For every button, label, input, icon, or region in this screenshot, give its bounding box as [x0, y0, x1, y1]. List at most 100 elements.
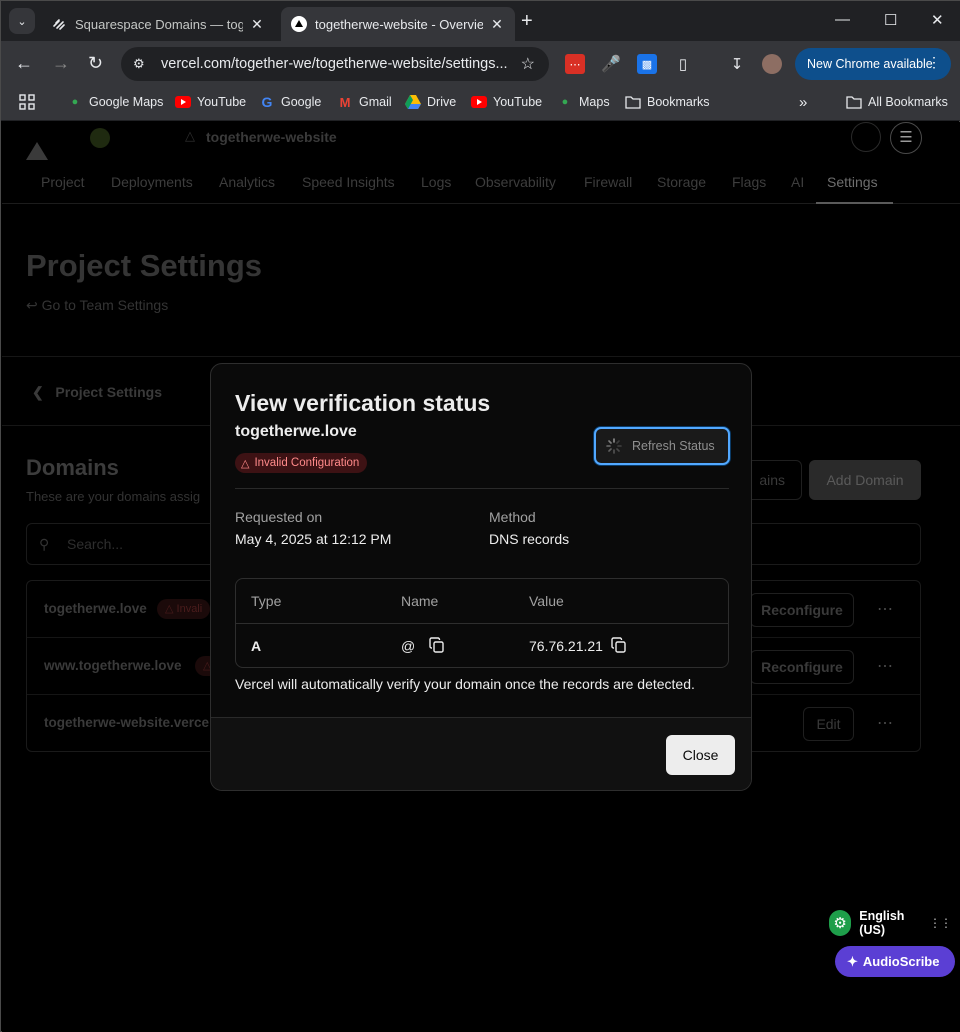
notifications-bell-icon[interactable]	[851, 122, 881, 152]
language-widget[interactable]: ⚙ English (US) ⋮⋮	[829, 909, 952, 937]
magic-wand-icon: ✦	[847, 953, 858, 969]
drag-handle-icon[interactable]: ⋮⋮	[929, 916, 952, 930]
edit-button[interactable]: Edit	[803, 707, 854, 741]
modal-footer: Close	[211, 717, 751, 790]
maximize-icon[interactable]: ☐	[884, 11, 897, 29]
back-arrow-icon[interactable]: ←	[15, 53, 33, 74]
all-bookmarks-folder[interactable]: All Bookmarks	[846, 94, 948, 110]
tab-project[interactable]: Project	[41, 174, 85, 190]
column-header-name: Name	[401, 593, 439, 609]
microphone-icon[interactable]: 🎤	[601, 54, 621, 74]
menu-icon[interactable]: ☰	[890, 122, 922, 154]
requested-label: Requested on	[235, 509, 323, 525]
column-header-type: Type	[251, 593, 282, 609]
bookmarks-bar: ● Google Maps YouTube G Google M Gmail D…	[1, 87, 960, 121]
close-tab-icon[interactable]: ✕	[249, 16, 265, 33]
audioscribe-button[interactable]: ✦ AudioScribe	[835, 946, 955, 977]
record-type: A	[251, 638, 262, 654]
url-text[interactable]: vercel.com/together-we/togetherwe-websit…	[161, 56, 507, 72]
bookmark-google-maps[interactable]: ● Google Maps	[67, 94, 164, 110]
refresh-status-button[interactable]: Refresh Status	[594, 427, 730, 465]
forward-arrow-icon[interactable]: →	[52, 53, 70, 74]
bookmark-maps[interactable]: ● Maps	[557, 94, 610, 110]
project-settings-back-link[interactable]: ❮ Project Settings	[32, 384, 162, 401]
copy-icon[interactable]	[429, 637, 445, 654]
add-domain-button[interactable]: Add Domain	[809, 460, 921, 500]
spinner-icon	[606, 438, 622, 454]
tab-settings[interactable]: Settings	[827, 174, 878, 190]
bookmark-star-icon[interactable]: ☆	[521, 54, 535, 74]
tab-deployments[interactable]: Deployments	[111, 174, 193, 190]
reconfigure-button[interactable]: Reconfigure	[750, 650, 854, 684]
youtube-icon	[471, 94, 487, 110]
project-top-nav: △ togetherwe-website ☰ Project Deploymen…	[2, 122, 960, 204]
copy-icon[interactable]	[611, 637, 627, 654]
tab-firewall[interactable]: Firewall	[584, 174, 632, 190]
close-tab-icon[interactable]: ✕	[489, 16, 505, 33]
method-label: Method	[489, 509, 536, 525]
modal-title: View verification status	[235, 390, 491, 416]
kebab-menu-icon[interactable]: ⋮	[927, 54, 941, 71]
bookmark-folder[interactable]: Bookmarks	[625, 94, 710, 110]
vercel-icon	[291, 16, 307, 32]
tab-speed-insights[interactable]: Speed Insights	[302, 174, 395, 190]
drive-icon	[405, 94, 421, 110]
puzzle-extensions-icon[interactable]: ▯	[673, 54, 693, 74]
warning-icon: △	[241, 457, 250, 470]
tab-strip: ⌄ Squarespace Domains — togeth ✕ togethe…	[1, 1, 960, 41]
tab-vercel[interactable]: togetherwe-website - Overview ✕	[281, 7, 515, 41]
tab-search-button[interactable]: ⌄	[9, 8, 35, 34]
more-options-icon[interactable]: ⋯	[877, 656, 894, 676]
window-close-icon[interactable]: ✕	[931, 11, 944, 29]
requested-value: May 4, 2025 at 12:12 PM	[235, 531, 392, 547]
youtube-icon	[175, 94, 191, 110]
new-tab-icon[interactable]: +	[521, 10, 533, 33]
chrome-update-button[interactable]: New Chrome available ⋮	[795, 48, 951, 80]
bookmark-google[interactable]: G Google	[259, 94, 322, 110]
profile-avatar[interactable]	[762, 54, 782, 74]
modal-domain: togetherwe.love	[235, 423, 357, 440]
minimize-icon[interactable]: —	[835, 11, 850, 28]
folder-icon	[846, 94, 862, 110]
more-options-icon[interactable]: ⋯	[877, 599, 894, 619]
domains-description: These are your domains assig	[26, 489, 201, 504]
more-options-icon[interactable]: ⋯	[877, 713, 894, 733]
tab-observability[interactable]: Observability	[475, 174, 556, 190]
page-title: Project Settings	[26, 248, 262, 283]
browser-window: ⌄ Squarespace Domains — togeth ✕ togethe…	[0, 0, 960, 1032]
record-value: 76.76.21.21	[529, 638, 603, 654]
reconfigure-button[interactable]: Reconfigure	[750, 593, 854, 627]
tab-logs[interactable]: Logs	[421, 174, 451, 190]
invalid-badge: △ Invali	[157, 599, 211, 619]
apps-grid-icon[interactable]	[19, 94, 35, 110]
table-header	[236, 579, 728, 624]
download-icon[interactable]: ↧	[727, 54, 747, 74]
project-name[interactable]: togetherwe-website	[206, 129, 337, 145]
tab-analytics[interactable]: Analytics	[219, 174, 275, 190]
extension-dots-icon[interactable]: ⋯	[565, 54, 585, 74]
tab-squarespace[interactable]: Squarespace Domains — togeth ✕	[41, 7, 275, 41]
address-bar[interactable]: ⚙ vercel.com/together-we/togetherwe-webs…	[121, 47, 549, 81]
invalid-configuration-badge: △ Invalid Configuration	[235, 453, 368, 473]
team-avatar[interactable]	[90, 128, 110, 148]
bookmark-gmail[interactable]: M Gmail	[337, 94, 392, 110]
warning-icon: △	[185, 128, 195, 143]
tab-storage[interactable]: Storage	[657, 174, 706, 190]
chevron-double-right-icon[interactable]: »	[799, 94, 807, 111]
maps-pin-icon: ●	[561, 96, 569, 108]
bookmark-drive[interactable]: Drive	[405, 94, 456, 110]
translate-extension-icon[interactable]: ▩	[637, 54, 657, 74]
squarespace-icon	[51, 16, 67, 32]
tab-ai[interactable]: AI	[791, 174, 804, 190]
close-button[interactable]: Close	[666, 735, 735, 775]
active-tab-indicator	[816, 202, 893, 204]
dns-records-table: Type Name Value A @ 76.76.21.21	[235, 578, 729, 668]
bookmark-youtube[interactable]: YouTube	[175, 94, 246, 110]
site-settings-icon[interactable]: ⚙	[133, 56, 153, 72]
team-settings-link[interactable]: ↩ Go to Team Settings	[26, 297, 168, 314]
browser-toolbar: ← → ↻ ⚙ vercel.com/together-we/togetherw…	[1, 41, 960, 87]
vercel-logo-icon[interactable]	[26, 142, 48, 165]
tab-flags[interactable]: Flags	[732, 174, 766, 190]
bookmark-youtube-2[interactable]: YouTube	[471, 94, 542, 110]
reload-icon[interactable]: ↻	[88, 53, 103, 74]
